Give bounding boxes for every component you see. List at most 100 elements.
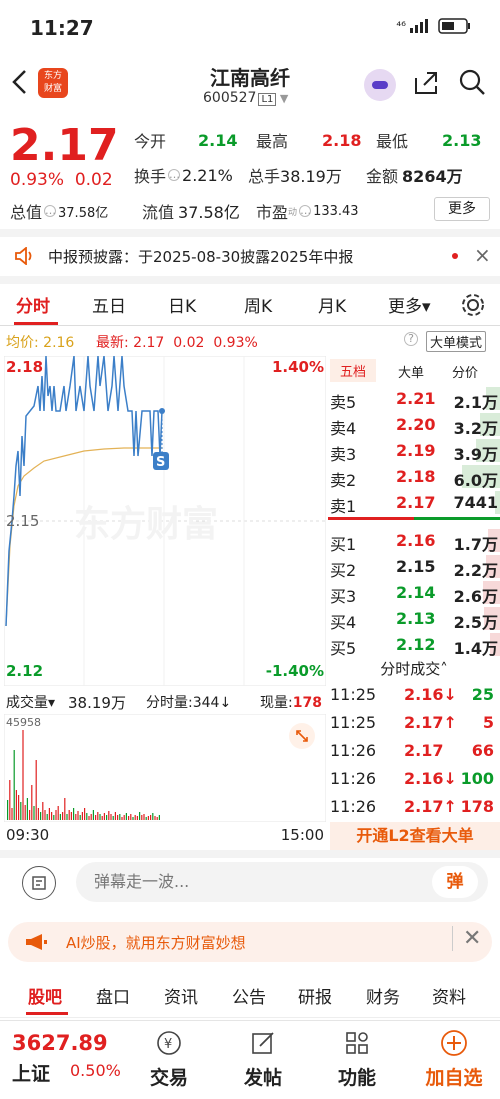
volume-bar xyxy=(68,810,70,820)
level-label: 卖1 xyxy=(330,497,357,516)
ask-row[interactable]: 卖3 2.19 3.9万 xyxy=(328,438,500,464)
bid-row[interactable]: 买2 2.15 2.2万 xyxy=(328,554,500,580)
tab-five-levels[interactable]: 五档 xyxy=(330,359,377,382)
level-label: 买5 xyxy=(330,639,357,658)
tab-order-panel[interactable]: 盘口 xyxy=(96,983,130,1008)
order-book-tabs: 五档 大单 分价 xyxy=(328,356,500,386)
volume-chart[interactable]: 45958 xyxy=(3,713,327,823)
volume-bar xyxy=(57,806,59,820)
tick-volume: 25 xyxy=(471,685,494,704)
trade-button[interactable]: ¥ 交易 xyxy=(134,1027,204,1090)
volume-bar xyxy=(99,814,101,820)
bid-row[interactable]: 买5 2.12 1.4万 xyxy=(328,632,500,658)
notice-bar[interactable]: 中报预披露：于2025-08-30披露2025年中报 × xyxy=(0,238,500,274)
close-icon[interactable]: ✕ xyxy=(452,926,481,951)
stock-code[interactable]: 600527 L1 ▼ xyxy=(203,90,288,106)
tick-row: 11:26 2.17 66 xyxy=(328,738,500,764)
grid-icon xyxy=(346,1032,368,1054)
danmu-send-button[interactable]: 弹 xyxy=(432,866,478,898)
volume-bar xyxy=(22,730,24,820)
ask-row[interactable]: 卖4 2.20 3.2万 xyxy=(328,412,500,438)
volume-bar xyxy=(77,811,79,820)
share-icon[interactable] xyxy=(413,70,439,96)
tab-big-orders[interactable]: 大单 xyxy=(398,362,424,381)
dropdown-icon: ▼ xyxy=(276,92,289,105)
pe-ratio: 133.43 xyxy=(313,203,359,219)
close-icon[interactable]: × xyxy=(474,243,491,267)
ask-row[interactable]: 卖1 2.17 7441 xyxy=(328,490,500,516)
tab-daily-k[interactable]: 日K xyxy=(168,292,196,317)
tab-announcements[interactable]: 公告 xyxy=(232,983,266,1008)
tab-price-split[interactable]: 分价 xyxy=(452,362,478,381)
settings-gear-icon[interactable] xyxy=(460,292,486,318)
index-ticker[interactable]: 3627.89 上证 0.50% xyxy=(0,1021,130,1099)
tick-row: 11:26 2.17↑ 178 xyxy=(328,794,500,820)
section-divider xyxy=(0,850,500,858)
danmu-input[interactable]: 弹幕走一波... xyxy=(76,862,488,902)
tab-intraday[interactable]: 分时 xyxy=(16,292,50,317)
volume-total: 38.19万 xyxy=(68,694,126,712)
time-axis: 09:30 15:00 xyxy=(4,822,326,848)
speaker-icon xyxy=(15,247,32,265)
post-button[interactable]: 发帖 xyxy=(228,1027,298,1090)
top-pct-label: 1.40% xyxy=(271,358,324,376)
current-price: 2.17 xyxy=(10,120,119,171)
more-quote-button[interactable]: 更多 xyxy=(434,197,490,221)
open-price: 2.14 xyxy=(198,130,238,150)
volume-bar xyxy=(106,815,108,820)
volume-dropdown[interactable]: 成交量▾ xyxy=(6,692,55,712)
volume-bar xyxy=(11,808,13,820)
intraday-info-line: 均价: 2.16 最新: 2.17 0.02 0.93% ? 大单模式 xyxy=(0,328,500,354)
tab-more[interactable]: 更多▾ xyxy=(388,292,431,317)
level-volume: 6.0万 xyxy=(453,471,498,490)
danmu-toggle-icon[interactable] xyxy=(22,866,56,900)
level-label: 卖3 xyxy=(330,445,357,464)
tab-forum[interactable]: 股吧 xyxy=(28,983,62,1008)
level-label: 卖5 xyxy=(330,393,357,412)
big-order-mode-button[interactable]: 大单模式 xyxy=(426,331,487,352)
intraday-chart-svg: 东方财富 S xyxy=(3,355,327,687)
tab-research[interactable]: 研报 xyxy=(298,983,332,1008)
ask-row[interactable]: 卖5 2.21 2.1万 xyxy=(328,386,500,412)
bid-row[interactable]: 买3 2.14 2.6万 xyxy=(328,580,500,606)
functions-button[interactable]: 功能 xyxy=(322,1027,392,1090)
bid-row[interactable]: 买4 2.13 2.5万 xyxy=(328,606,500,632)
open-l2-button[interactable]: 开通L2查看大单 xyxy=(330,822,500,850)
intraday-chart[interactable]: 东方财富 S 2.18 1.40% 2.15 2.12 -1.40% xyxy=(3,355,327,687)
volume-bar xyxy=(114,812,116,820)
volume-bar xyxy=(26,798,28,820)
tab-profile[interactable]: 资料 xyxy=(432,983,466,1008)
volume-bar xyxy=(33,806,35,820)
info-icon: … xyxy=(299,204,312,217)
expand-icon[interactable] xyxy=(288,722,316,750)
tab-finance[interactable]: 财务 xyxy=(366,983,400,1008)
ticks-header[interactable]: 分时成交˄ xyxy=(328,658,500,679)
level-label: 买2 xyxy=(330,561,357,580)
float-cap: 37.58亿 xyxy=(178,203,240,222)
level-label: 买4 xyxy=(330,613,357,632)
tick-volume: 5 xyxy=(482,713,494,732)
system-indicators: ⁴⁶ xyxy=(396,18,472,34)
ai-banner[interactable]: AI炒股，就用东方财富妙想 ✕ xyxy=(8,922,492,962)
tab-news[interactable]: 资讯 xyxy=(164,983,198,1008)
section-divider xyxy=(0,229,500,237)
tab-monthly-k[interactable]: 月K xyxy=(318,292,346,317)
volume-bar xyxy=(130,814,132,820)
volume-bar xyxy=(70,812,72,820)
help-icon[interactable]: ? xyxy=(404,332,418,346)
assistant-avatar[interactable] xyxy=(364,69,396,101)
active-tab-indicator xyxy=(14,322,58,325)
search-icon[interactable] xyxy=(458,68,485,95)
bid-row[interactable]: 买1 2.16 1.7万 xyxy=(328,528,500,554)
back-button[interactable] xyxy=(10,68,28,104)
book-spread-divider xyxy=(328,517,500,520)
info-icon: … xyxy=(44,204,57,217)
tick-price: 2.16↓ xyxy=(404,685,457,704)
volume-bar xyxy=(97,812,99,820)
tab-five-day[interactable]: 五日 xyxy=(92,292,126,317)
level-price: 2.13 xyxy=(396,609,436,628)
level-volume: 2.6万 xyxy=(453,587,498,606)
add-watchlist-button[interactable]: 加自选 xyxy=(414,1027,494,1090)
ask-row[interactable]: 卖2 2.18 6.0万 xyxy=(328,464,500,490)
tab-weekly-k[interactable]: 周K xyxy=(244,292,272,317)
